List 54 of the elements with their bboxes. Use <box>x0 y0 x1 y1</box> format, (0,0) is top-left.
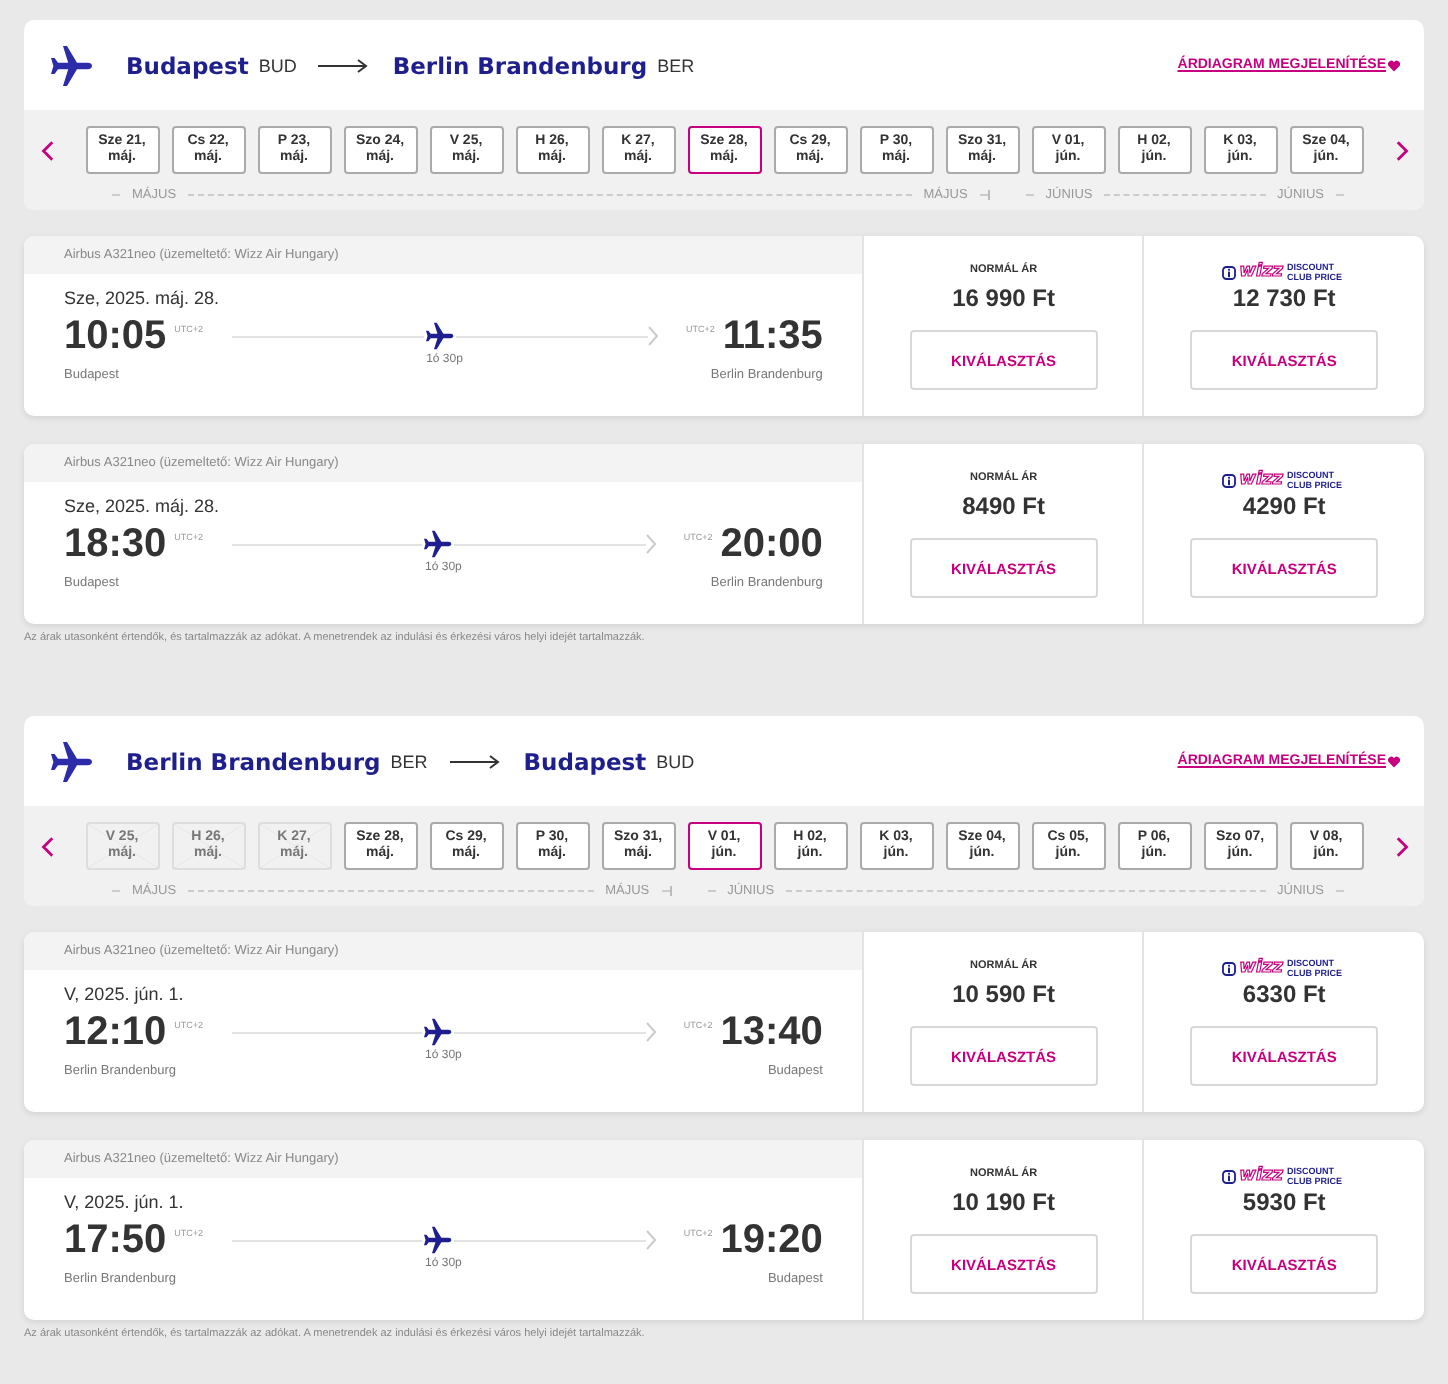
airplane-icon <box>48 737 96 785</box>
chevron-icon <box>645 1022 656 1042</box>
arrow-icon <box>449 753 502 769</box>
chevron-icon <box>645 1230 656 1250</box>
airplane-icon <box>422 1016 455 1048</box>
destination-code: BER <box>657 55 695 75</box>
info-icon[interactable] <box>1221 474 1236 488</box>
origin-code: BUD <box>258 55 297 75</box>
normal-price: 10 590 Ft <box>952 980 1055 1008</box>
chevron-icon <box>645 534 656 554</box>
airplane-icon <box>422 528 455 560</box>
normal-price: 16 990 Ft <box>952 284 1055 312</box>
club-price: 12 730 Ft <box>1232 284 1336 312</box>
chevron-right-icon <box>1395 835 1409 857</box>
club-logo: wizz <box>1239 472 1284 490</box>
departure-time: 18:30 <box>64 522 167 566</box>
info-icon[interactable] <box>1221 962 1236 976</box>
airplane-icon <box>422 1224 455 1256</box>
departure-time: 12:10 <box>64 1010 167 1054</box>
arrival-time: 13:40 <box>720 1010 823 1054</box>
heart-icon <box>1388 755 1400 767</box>
origin-city: Budapest <box>126 51 249 79</box>
club-price: 6330 Ft <box>1242 980 1326 1008</box>
airplane-icon <box>48 41 96 89</box>
arrival-time: 19:20 <box>720 1218 823 1262</box>
arrival-time: 20:00 <box>720 522 823 566</box>
normal-price: 10 190 Ft <box>952 1188 1055 1216</box>
arrival-time: 11:35 <box>722 314 823 358</box>
flight-date: V, 2025. jún. 1. <box>64 1192 186 1212</box>
destination-code: BUD <box>656 751 695 771</box>
chevron-right-icon <box>1395 139 1409 161</box>
arrow-icon <box>318 57 371 73</box>
normal-price: 8490 Ft <box>962 492 1045 520</box>
info-icon[interactable] <box>1221 266 1236 280</box>
chevron-icon <box>647 326 658 346</box>
chevron-left-icon <box>39 835 53 857</box>
heart-icon <box>1388 59 1400 71</box>
club-logo: wizz <box>1239 960 1284 978</box>
airplane-icon <box>423 320 456 352</box>
club-price: 5930 Ft <box>1242 1188 1326 1216</box>
destination-city: Berlin Brandenburg <box>392 51 648 79</box>
club-logo: wizz <box>1239 1168 1284 1186</box>
destination-city: Budapest <box>523 747 647 775</box>
flight-date: Sze, 2025. máj. 28. <box>64 288 222 308</box>
club-logo: wizz <box>1239 264 1284 282</box>
info-icon[interactable] <box>1221 1170 1236 1184</box>
departure-time: 17:50 <box>64 1218 167 1262</box>
origin-city: Berlin Brandenburg <box>126 747 381 775</box>
chevron-left-icon <box>39 139 53 161</box>
club-price: 4290 Ft <box>1242 492 1326 520</box>
origin-code: BER <box>390 751 428 771</box>
flight-date: V, 2025. jún. 1. <box>64 984 186 1004</box>
departure-time: 10:05 <box>64 314 167 358</box>
flight-date: Sze, 2025. máj. 28. <box>64 496 222 516</box>
